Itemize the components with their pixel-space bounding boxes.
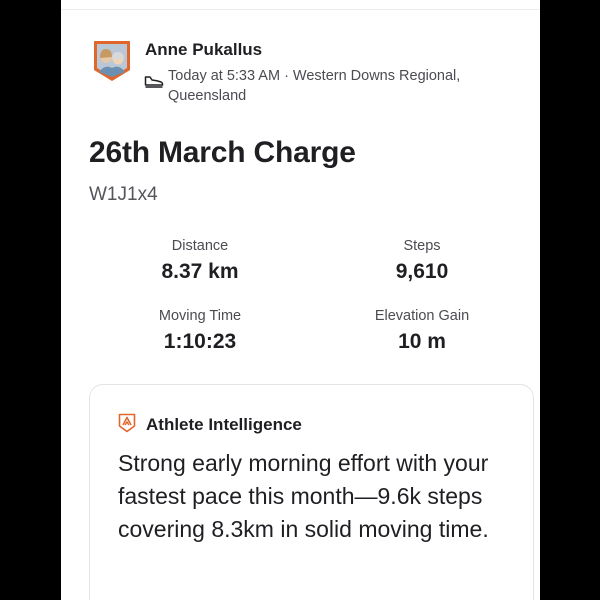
activity-meta: Today at 5:33 AM · Western Downs Regiona…	[168, 68, 461, 104]
shoe-icon	[144, 76, 164, 88]
stat-label: Steps	[403, 238, 441, 254]
app-frame: Anne Pukallus Today at 5:33 AM · Western…	[0, 0, 600, 600]
stat-distance: Distance 8.37 km	[110, 238, 290, 284]
athlete-intelligence-title: Athlete Intelligence	[146, 415, 302, 434]
stat-value: 10 m	[398, 330, 446, 353]
stat-label: Distance	[171, 238, 229, 254]
right-letterbox	[540, 0, 600, 600]
athlete-intelligence-icon	[118, 413, 136, 433]
stat-label: Elevation Gain	[374, 308, 470, 324]
activity-screen: Anne Pukallus Today at 5:33 AM · Western…	[61, 0, 540, 600]
athlete-intelligence-card[interactable]: Athlete Intelligence Strong early mornin…	[89, 384, 534, 600]
activity-description: W1J1x4	[89, 184, 158, 205]
avatar-badge-icon	[94, 41, 130, 81]
stat-value: 9,610	[395, 260, 449, 283]
activity-title: 26th March Charge	[89, 136, 356, 169]
stat-label: Moving Time	[158, 308, 242, 324]
stat-steps: Steps 9,610	[332, 238, 512, 284]
stat-value: 1:10:23	[163, 330, 237, 353]
athlete-name[interactable]: Anne Pukallus	[145, 40, 262, 60]
athlete-intelligence-summary: Strong early morning effort with your fa…	[118, 450, 489, 542]
divider	[61, 9, 540, 10]
avatar[interactable]	[93, 40, 131, 82]
stat-moving-time: Moving Time 1:10:23	[110, 308, 290, 354]
stat-elevation-gain: Elevation Gain 10 m	[332, 308, 512, 354]
stat-value: 8.37 km	[161, 260, 239, 283]
left-letterbox	[0, 0, 61, 600]
